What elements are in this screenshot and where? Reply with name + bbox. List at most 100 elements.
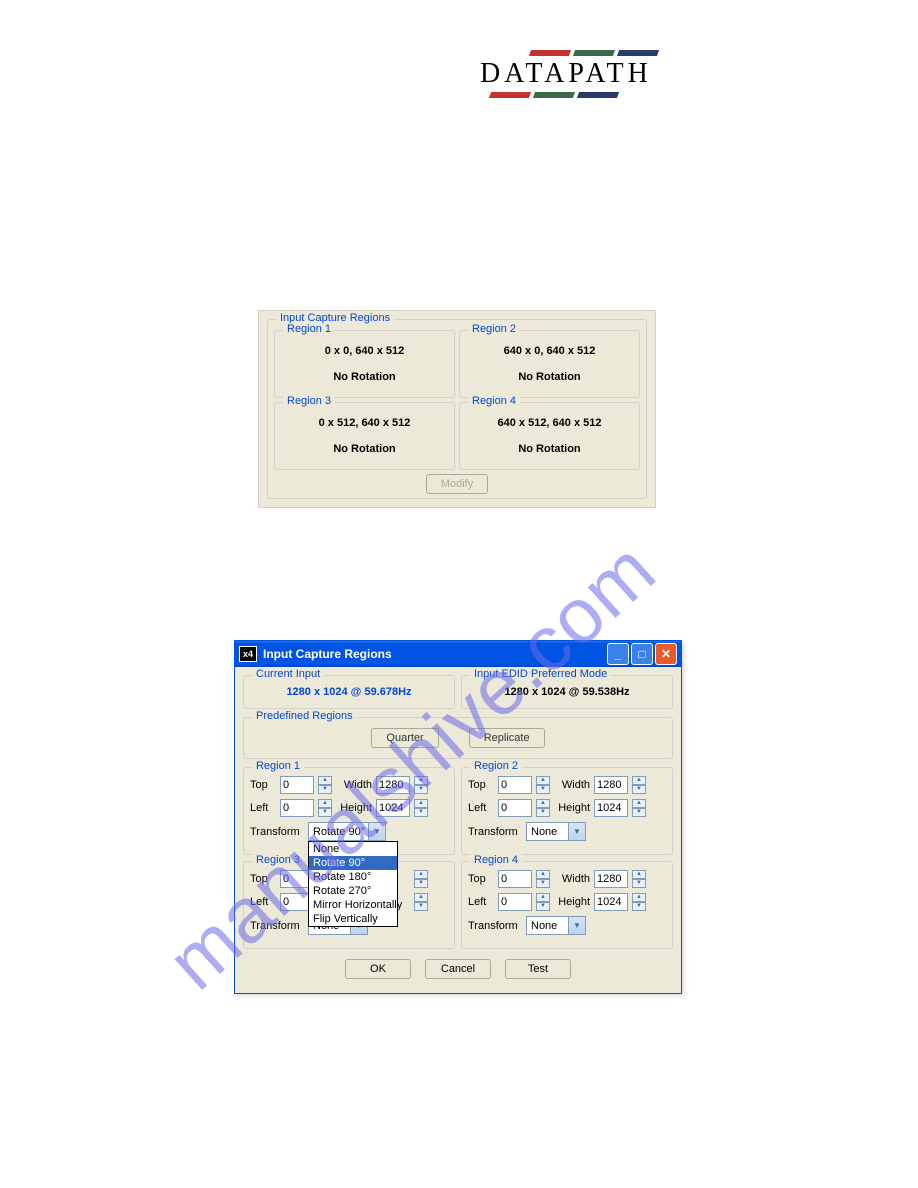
chevron-down-icon: ▼ (368, 823, 385, 840)
select-value: None (531, 826, 557, 838)
dropdown-option-rotate270[interactable]: Rotate 270° (309, 884, 397, 898)
select-value: Rotate 90° (313, 826, 365, 838)
region-edit-title: Region 1 (252, 760, 304, 772)
spinner[interactable]: ▲▼ (536, 776, 550, 794)
spinner[interactable]: ▲▼ (536, 893, 550, 911)
top-label: Top (250, 873, 276, 885)
height-label: Height (556, 896, 590, 908)
spinner[interactable]: ▲▼ (536, 799, 550, 817)
region-2-height-input[interactable] (594, 799, 628, 817)
region-2-top-input[interactable] (498, 776, 532, 794)
logo: DATAPATH (480, 50, 680, 98)
region-2-summary: Region 2 640 x 0, 640 x 512 No Rotation (459, 330, 640, 398)
spinner[interactable]: ▲▼ (536, 870, 550, 888)
quarter-button[interactable]: Quarter (371, 728, 438, 748)
chevron-down-icon: ▼ (568, 823, 585, 840)
dropdown-option-none[interactable]: None (309, 842, 397, 856)
region-coords: 0 x 0, 640 x 512 (281, 345, 448, 357)
region-title: Region 1 (283, 323, 335, 335)
logo-bar (533, 92, 575, 98)
dropdown-option-rotate90[interactable]: Rotate 90° (309, 856, 397, 870)
ok-button[interactable]: OK (345, 959, 411, 979)
width-label: Width (556, 779, 590, 791)
transform-label: Transform (468, 920, 522, 932)
transform-label: Transform (250, 920, 304, 932)
predefined-title: Predefined Regions (252, 710, 357, 722)
region-coords: 640 x 512, 640 x 512 (466, 417, 633, 429)
region-2-width-input[interactable] (594, 776, 628, 794)
region-4-transform-select[interactable]: None ▼ (526, 916, 586, 935)
region-3-summary: Region 3 0 x 512, 640 x 512 No Rotation (274, 402, 455, 470)
width-label: Width (556, 873, 590, 885)
region-2-transform-select[interactable]: None ▼ (526, 822, 586, 841)
current-input-box: Current Input 1280 x 1024 @ 59.678Hz (243, 675, 455, 709)
spinner[interactable]: ▲▼ (414, 893, 428, 911)
region-1-left-input[interactable] (280, 799, 314, 817)
region-1-summary: Region 1 0 x 0, 640 x 512 No Rotation (274, 330, 455, 398)
region-4-top-input[interactable] (498, 870, 532, 888)
spinner[interactable]: ▲▼ (632, 799, 646, 817)
region-4-left-input[interactable] (498, 893, 532, 911)
edid-title: Input EDID Preferred Mode (470, 668, 611, 680)
dialog-icon: x4 (239, 646, 257, 662)
left-label: Left (468, 802, 494, 814)
spinner[interactable]: ▲▼ (632, 870, 646, 888)
cancel-button[interactable]: Cancel (425, 959, 491, 979)
spinner[interactable]: ▲▼ (414, 776, 428, 794)
left-label: Left (468, 896, 494, 908)
region-1-edit: Region 1 Top ▲▼ Width ▲▼ Left ▲▼ Height … (243, 767, 455, 855)
height-label: Height (338, 802, 372, 814)
replicate-button[interactable]: Replicate (469, 728, 545, 748)
left-label: Left (250, 802, 276, 814)
transform-label: Transform (468, 826, 522, 838)
minimize-button[interactable]: _ (607, 643, 629, 665)
dialog-titlebar[interactable]: x4 Input Capture Regions _ □ ✕ (235, 641, 681, 667)
region-rotation: No Rotation (281, 371, 448, 383)
region-rotation: No Rotation (466, 443, 633, 455)
logo-bar (489, 92, 531, 98)
input-capture-regions-dialog: x4 Input Capture Regions _ □ ✕ Current I… (234, 640, 682, 994)
logo-bar (529, 50, 571, 56)
region-4-width-input[interactable] (594, 870, 628, 888)
modify-button[interactable]: Modify (426, 474, 488, 494)
chevron-down-icon: ▼ (568, 917, 585, 934)
top-label: Top (468, 779, 494, 791)
spinner[interactable]: ▲▼ (632, 893, 646, 911)
current-input-title: Current Input (252, 668, 324, 680)
top-label: Top (250, 779, 276, 791)
test-button[interactable]: Test (505, 959, 571, 979)
region-2-left-input[interactable] (498, 799, 532, 817)
dropdown-option-flip[interactable]: Flip Vertically (309, 912, 397, 926)
logo-bars-top (530, 50, 680, 56)
region-4-edit: Region 4 Top ▲▼ Width ▲▼ Left ▲▼ Height … (461, 861, 673, 949)
logo-text: DATAPATH (480, 58, 680, 90)
capture-regions-groupbox: Input Capture Regions Region 1 0 x 0, 64… (267, 319, 647, 499)
spinner[interactable]: ▲▼ (632, 776, 646, 794)
region-edit-title: Region 4 (470, 854, 522, 866)
capture-regions-summary-panel: Input Capture Regions Region 1 0 x 0, 64… (258, 310, 656, 508)
region-title: Region 2 (468, 323, 520, 335)
dropdown-option-mirror[interactable]: Mirror Horizontally (309, 898, 397, 912)
region-coords: 640 x 0, 640 x 512 (466, 345, 633, 357)
transform-dropdown-list: None Rotate 90° Rotate 180° Rotate 270° … (308, 841, 398, 927)
spinner[interactable]: ▲▼ (414, 870, 428, 888)
logo-bar (577, 92, 619, 98)
maximize-button[interactable]: □ (631, 643, 653, 665)
regions-edit-grid: Region 1 Top ▲▼ Width ▲▼ Left ▲▼ Height … (243, 767, 673, 949)
edid-box: Input EDID Preferred Mode 1280 x 1024 @ … (461, 675, 673, 709)
spinner[interactable]: ▲▼ (414, 799, 428, 817)
region-1-top-input[interactable] (280, 776, 314, 794)
close-button[interactable]: ✕ (655, 643, 677, 665)
select-value: None (531, 920, 557, 932)
width-label: Width (338, 779, 372, 791)
region-2-edit: Region 2 Top ▲▼ Width ▲▼ Left ▲▼ Height … (461, 767, 673, 855)
region-1-height-input[interactable] (376, 799, 410, 817)
region-rotation: No Rotation (281, 443, 448, 455)
left-label: Left (250, 896, 276, 908)
region-1-width-input[interactable] (376, 776, 410, 794)
region-4-height-input[interactable] (594, 893, 628, 911)
region-1-transform-select[interactable]: Rotate 90° ▼ None Rotate 90° Rotate 180°… (308, 822, 386, 841)
spinner[interactable]: ▲▼ (318, 776, 332, 794)
spinner[interactable]: ▲▼ (318, 799, 332, 817)
dropdown-option-rotate180[interactable]: Rotate 180° (309, 870, 397, 884)
